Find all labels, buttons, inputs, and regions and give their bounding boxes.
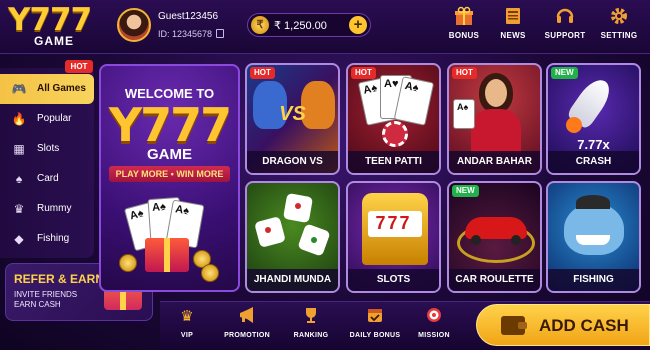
sidebar-item-rummy[interactable]: ♛ Rummy — [0, 194, 94, 224]
setting-label: SETTING — [600, 31, 638, 40]
playing-cards-art: A♠ A♠ A♠ — [119, 196, 219, 282]
crown-icon: ♛ — [13, 202, 25, 216]
setting-button[interactable]: SETTING — [592, 6, 646, 46]
hot-badge: HOT — [452, 67, 477, 79]
hot-badge: HOT — [250, 67, 275, 79]
slot-machine-art: 777 — [348, 183, 439, 273]
welcome-game: GAME — [147, 146, 192, 163]
game-tile-teen-patti[interactable]: A♠ A♥ A♠ HOT TEEN PATTI — [346, 63, 441, 175]
add-balance-button[interactable]: + — [349, 16, 367, 34]
add-cash-label: ADD CASH — [539, 316, 629, 335]
mission-label: MISSION — [418, 332, 450, 339]
headset-icon — [554, 6, 576, 26]
daily-bonus-button[interactable]: DAILY BONUS — [344, 306, 406, 346]
sidebar-item-popular[interactable]: 🔥 Popular — [0, 104, 94, 134]
refer-line-1: INVITE FRIENDS — [14, 290, 78, 299]
ranking-label: RANKING — [293, 332, 329, 339]
game-tile-jhandi-munda[interactable]: JHANDI MUNDA — [245, 181, 340, 293]
sidebar-item-all-games[interactable]: 🎮 All Games — [0, 74, 94, 104]
refer-subtitle: INVITE FRIENDS EARN CASH — [14, 290, 94, 310]
sidebar-item-label: Slots — [37, 143, 60, 154]
news-button[interactable]: NEWS — [486, 6, 540, 46]
vip-button[interactable]: ♛ VIP — [172, 306, 202, 346]
game-tile-label: CRASH — [548, 151, 639, 173]
game-tile-slots[interactable]: 777 SLOTS — [346, 181, 441, 293]
support-label: SUPPORT — [544, 31, 586, 40]
add-cash-button[interactable]: ADD CASH — [476, 304, 650, 346]
fish-icon: ◆ — [14, 232, 24, 246]
avatar[interactable] — [117, 8, 151, 42]
rupee-coin-icon: ₹ — [251, 16, 269, 34]
welcome-banner[interactable]: WELCOME TO Y777 GAME PLAY MORE • WIN MOR… — [99, 64, 240, 292]
calendar-icon — [344, 306, 406, 328]
sidebar-item-slots[interactable]: ▦ Slots — [0, 134, 94, 164]
slots-icon: ▦ — [13, 142, 25, 156]
welcome-ribbon: PLAY MORE • WIN MORE — [109, 166, 230, 182]
game-tile-car-roulette[interactable]: NEW CAR ROULETTE — [447, 181, 542, 293]
sidebar-item-label: Card — [37, 173, 59, 184]
game-tile-label: FISHING — [548, 269, 639, 291]
sidebar-item-fishing[interactable]: ◆ Fishing — [0, 224, 94, 254]
balance-amount: ₹ 1,250.00 — [274, 20, 327, 32]
promotion-label: PROMOTION — [224, 332, 270, 339]
flame-icon: 🔥 — [11, 112, 27, 126]
refer-line-2: EARN CASH — [14, 300, 61, 309]
crown-icon: ♛ — [180, 308, 194, 325]
news-label: NEWS — [500, 31, 526, 40]
top-bar: Y777 GAME Guest123456 ID: 12345678 ₹ ₹ 1… — [0, 0, 650, 54]
welcome-brand: Y777 — [108, 98, 232, 152]
support-button[interactable]: SUPPORT — [538, 6, 592, 46]
game-tile-label: DRAGON VS TIGER — [247, 151, 338, 173]
sidebar-item-label: Fishing — [37, 233, 70, 244]
game-tile-label: SLOTS — [348, 269, 439, 291]
category-sidebar: 🎮 All Games 🔥 Popular ▦ Slots ♠ Card ♛ R… — [0, 68, 94, 258]
username: Guest123456 — [158, 11, 219, 22]
game-tile-crash[interactable]: 7.77x NEW CRASH — [546, 63, 641, 175]
new-badge: NEW — [452, 185, 479, 197]
vs-text: VS — [279, 103, 306, 125]
multiplier-text: 7.77x — [577, 137, 610, 152]
bonus-label: BONUS — [448, 31, 480, 40]
gift-icon — [453, 6, 475, 26]
trophy-icon — [288, 306, 334, 328]
game-tile-label: JHANDI MUNDA — [247, 269, 338, 291]
app-logo[interactable]: Y777 GAME — [8, 4, 98, 50]
logo-text: Y777 — [8, 2, 92, 38]
wallet-icon — [501, 316, 527, 335]
vip-label: VIP — [180, 332, 194, 339]
gamepad-icon: 🎮 — [11, 82, 27, 96]
megaphone-icon — [220, 306, 274, 328]
ranking-button[interactable]: RANKING — [288, 306, 334, 346]
slots-777-text: 777 — [375, 213, 412, 233]
shark-art — [548, 183, 639, 273]
user-id: ID: 12345678 — [158, 29, 213, 39]
daily-bonus-label: DAILY BONUS — [349, 332, 401, 339]
mission-button[interactable]: MISSION — [414, 306, 454, 346]
target-icon — [414, 306, 454, 328]
game-tile-fishing[interactable]: FISHING — [546, 181, 641, 293]
game-tile-label: CAR ROULETTE — [449, 269, 540, 291]
card-icon: ♠ — [15, 172, 23, 186]
hot-badge: HOT — [65, 60, 93, 73]
sidebar-item-label: Rummy — [37, 203, 72, 214]
refer-title: REFER & EARN — [14, 272, 105, 286]
game-tile-dragon-vs-tiger[interactable]: VS HOT DRAGON VS TIGER — [245, 63, 340, 175]
game-tile-label: TEEN PATTI — [348, 151, 439, 173]
hot-badge: HOT — [351, 67, 376, 79]
game-tile-andar-bahar[interactable]: A♠ HOT ANDAR BAHAR — [447, 63, 542, 175]
balance-pill: ₹ ₹ 1,250.00 + — [247, 13, 371, 37]
bonus-button[interactable]: BONUS — [437, 6, 491, 46]
gear-icon — [608, 6, 630, 26]
dice-art — [247, 183, 338, 273]
new-badge: NEW — [551, 67, 578, 79]
logo-subtext: GAME — [34, 34, 74, 48]
news-icon — [502, 6, 524, 26]
promotion-button[interactable]: PROMOTION — [220, 306, 274, 346]
copy-icon[interactable] — [216, 29, 224, 38]
sidebar-item-label: Popular — [37, 113, 72, 124]
sidebar-item-card[interactable]: ♠ Card — [0, 164, 94, 194]
game-tile-label: ANDAR BAHAR — [449, 151, 540, 173]
sidebar-item-label: All Games — [37, 83, 86, 94]
